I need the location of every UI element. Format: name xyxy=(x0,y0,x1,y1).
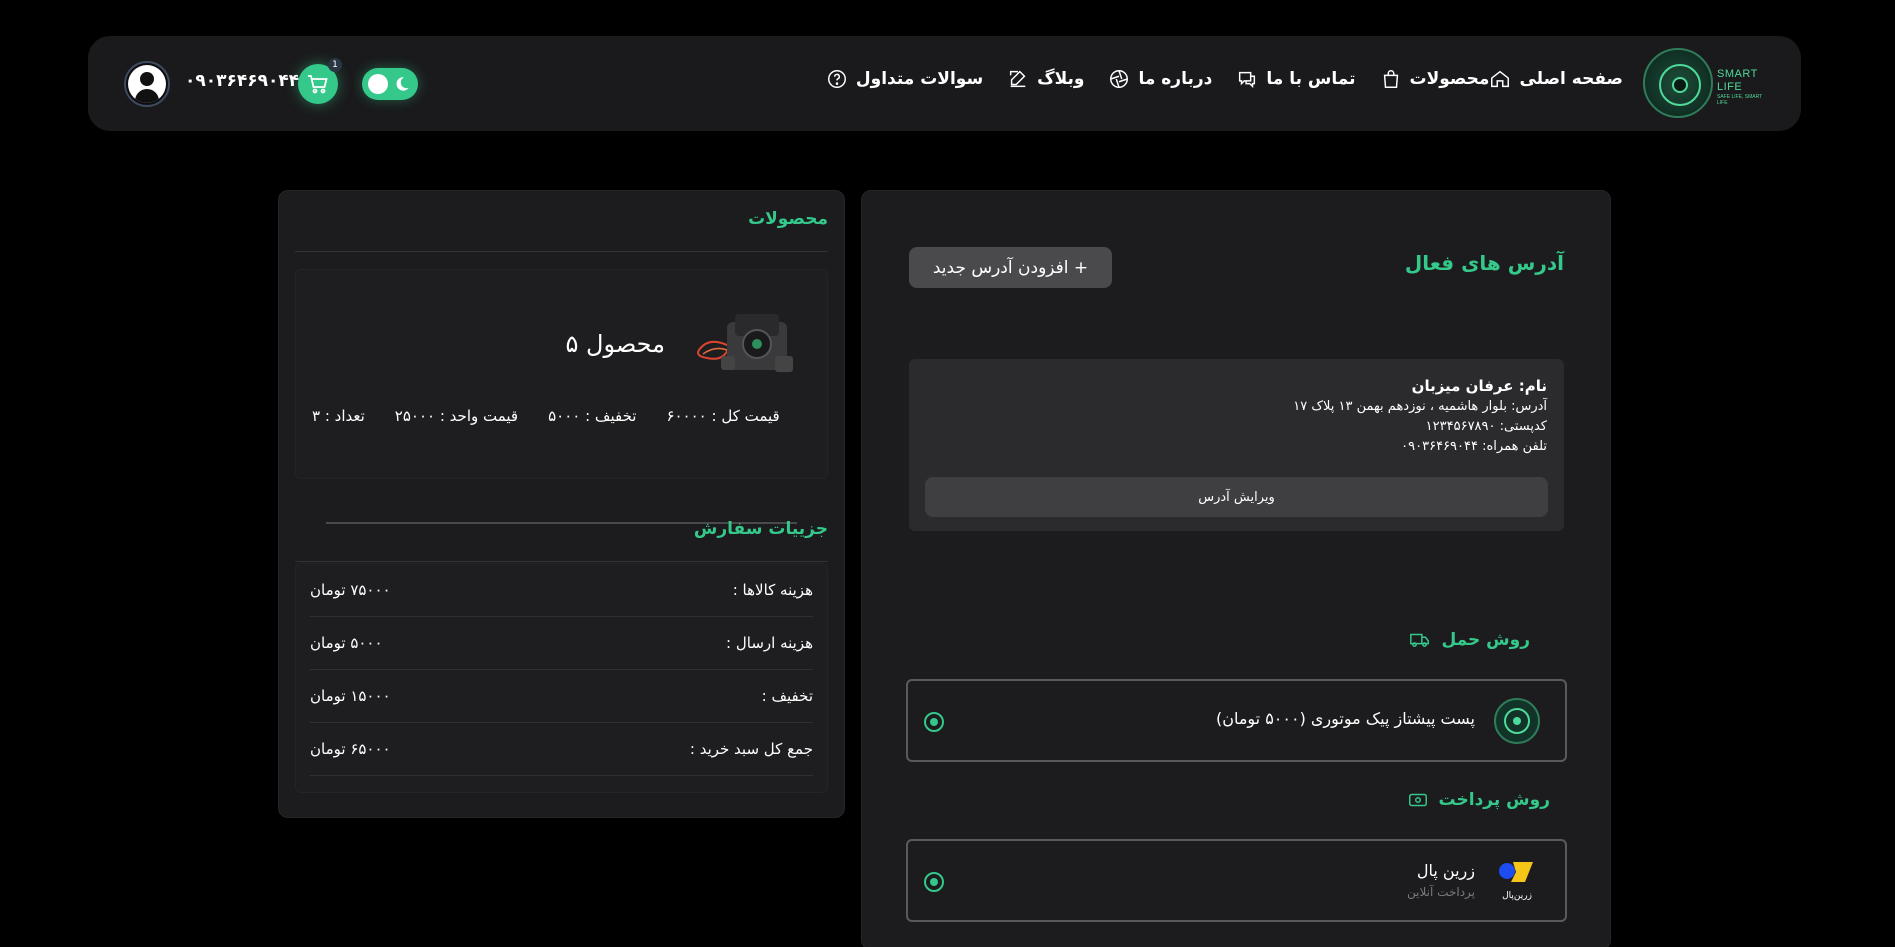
nav-contact-label: تماس با ما xyxy=(1266,69,1356,89)
order-row-items-cost: هزینه کالاها : ۷۵۰۰۰ تومان xyxy=(310,564,813,617)
order-details: هزینه کالاها : ۷۵۰۰۰ تومان هزینه ارسال :… xyxy=(295,563,828,793)
zarinpal-logo-text: زرین‌پال xyxy=(1502,891,1532,901)
moon-icon xyxy=(396,77,409,91)
order-row-label: جمع کل سبد خرید : xyxy=(689,740,813,758)
address-card[interactable]: نام: عرفان میزبان آدرس: بلوار هاشمیه ، ن… xyxy=(909,359,1564,531)
nav-blog-label: وبلاگ xyxy=(1037,69,1085,89)
checkout-panel: آدرس های فعال + افزودن آدرس جدید نام: عر… xyxy=(861,190,1611,947)
eye-logo-icon xyxy=(1643,48,1713,118)
address-postal-code: کدپستی: ۱۲۳۴۵۶۷۸۹۰ xyxy=(1425,419,1547,434)
shipping-title-label: روش حمل xyxy=(1441,630,1530,650)
cart-badge: 1 xyxy=(328,58,342,72)
order-row-label: هزینه ارسال : xyxy=(726,634,813,652)
edit-address-button[interactable]: ویرایش آدرس xyxy=(925,477,1548,517)
nav-faq[interactable]: سوالات متداول xyxy=(826,68,983,90)
divider xyxy=(295,561,828,562)
address-name: نام: عرفان میزبان xyxy=(1411,377,1547,395)
header: SMART LIFE SAFE LIFE, SMART LIFE صفحه اص… xyxy=(88,36,1801,131)
chat-icon xyxy=(1239,71,1256,89)
payment-icon xyxy=(1408,793,1427,807)
payment-title: روش پرداخت xyxy=(1407,789,1551,811)
cart-summary-panel: محصولات محصول ۵ تعداد : ۳ قیمت واحد : ۲۵… xyxy=(278,190,845,818)
add-address-button[interactable]: + افزودن آدرس جدید xyxy=(909,247,1112,288)
logo-line2: LIFE xyxy=(1717,81,1743,93)
shipping-radio[interactable] xyxy=(924,712,944,732)
nav-faq-label: سوالات متداول xyxy=(855,69,984,89)
home-icon xyxy=(1491,70,1510,88)
zarinpal-logo-icon xyxy=(1499,862,1533,882)
order-row-value: ۵۰۰۰ تومان xyxy=(310,634,383,652)
shopping-bag-icon xyxy=(1383,70,1398,88)
cart-icon xyxy=(308,75,328,94)
aperture-icon xyxy=(1110,70,1129,88)
nav-contact[interactable]: تماس با ما xyxy=(1236,68,1356,90)
shipping-option[interactable]: پست پیشتاز پیک موتوری (۵۰۰۰ تومان) xyxy=(906,679,1567,762)
payment-radio[interactable] xyxy=(924,872,944,892)
product-image xyxy=(697,314,793,372)
logo-line1: SMART xyxy=(1717,68,1758,80)
edit-icon xyxy=(1010,70,1026,88)
order-details-title: جزییات سفارش xyxy=(693,519,828,539)
divider xyxy=(295,251,828,252)
nav-products-label: محصولات xyxy=(1409,69,1490,89)
product-discount: تخفیف : ۵۰۰۰ xyxy=(548,407,637,425)
logo-text: SMART LIFE SAFE LIFE, SMART LIFE xyxy=(1717,68,1773,106)
address-mobile: تلفن همراه: ۰۹۰۳۶۴۶۹۰۴۴ xyxy=(1401,439,1547,454)
product-meta: تعداد : ۳ قیمت واحد : ۲۵۰۰۰ تخفیف : ۵۰۰۰… xyxy=(312,407,811,425)
zarinpal-logo: زرین‌پال xyxy=(1493,859,1541,907)
product-total-price: قیمت کل : ۶۰۰۰۰ xyxy=(666,407,780,425)
shipping-option-label: پست پیشتاز پیک موتوری (۵۰۰۰ تومان) xyxy=(1215,709,1475,728)
theme-toggle[interactable] xyxy=(362,68,418,100)
payment-option-label: زرین پال xyxy=(1416,861,1475,880)
main-nav: صفحه اصلی محصولات تماس با ما درباره ما و… xyxy=(802,64,1623,94)
logo[interactable]: SMART LIFE SAFE LIFE, SMART LIFE xyxy=(1643,48,1773,120)
nav-home[interactable]: صفحه اصلی xyxy=(1489,68,1623,90)
order-row-total: جمع کل سبد خرید : ۶۵۰۰۰ تومان xyxy=(310,723,813,776)
logo-tagline: SAFE LIFE, SMART LIFE xyxy=(1717,94,1763,106)
truck-icon xyxy=(1410,633,1430,647)
user-icon xyxy=(128,65,166,103)
order-row-value: ۶۵۰۰۰ تومان xyxy=(310,740,391,758)
shipping-title: روش حمل xyxy=(1409,629,1530,651)
user-phone[interactable]: ۰۹۰۳۶۴۶۹۰۴۴ xyxy=(185,71,299,91)
order-row-discount: تخفیف : ۱۵۰۰۰ تومان xyxy=(310,670,813,723)
product-name[interactable]: محصول ۵ xyxy=(565,330,665,358)
nav-about-label: درباره ما xyxy=(1138,69,1213,89)
nav-products[interactable]: محصولات xyxy=(1380,68,1490,90)
smart-life-logo-icon xyxy=(1494,698,1540,744)
order-row-label: هزینه کالاها : xyxy=(732,581,813,599)
payment-option[interactable]: زرین‌پال زرین پال پرداخت آنلاین xyxy=(906,839,1567,922)
user-avatar-button[interactable] xyxy=(124,61,170,107)
product-quantity: تعداد : ۳ xyxy=(312,407,365,425)
nav-blog[interactable]: وبلاگ xyxy=(1007,68,1084,90)
product-unit-price: قیمت واحد : ۲۵۰۰۰ xyxy=(394,407,519,425)
nav-about[interactable]: درباره ما xyxy=(1108,68,1212,90)
order-row-shipping-cost: هزینه ارسال : ۵۰۰۰ تومان xyxy=(310,617,813,670)
question-icon xyxy=(827,70,846,88)
addresses-title: آدرس های فعال xyxy=(1404,251,1564,275)
product-item: محصول ۵ تعداد : ۳ قیمت واحد : ۲۵۰۰۰ تخفی… xyxy=(295,269,828,524)
order-row-label: تخفیف : xyxy=(761,687,813,705)
order-row-value: ۱۵۰۰۰ تومان xyxy=(310,687,391,705)
payment-option-subtitle: پرداخت آنلاین xyxy=(1407,885,1475,899)
order-row-value: ۷۵۰۰۰ تومان xyxy=(310,581,391,599)
nav-home-label: صفحه اصلی xyxy=(1519,69,1623,89)
toggle-knob xyxy=(368,74,388,94)
address-details: نام: عرفان میزبان آدرس: بلوار هاشمیه ، ن… xyxy=(1293,375,1547,457)
address-line: آدرس: بلوار هاشمیه ، نوزدهم بهمن ۱۳ پلاک… xyxy=(1293,399,1547,414)
payment-title-label: روش پرداخت xyxy=(1438,790,1551,810)
products-title: محصولات xyxy=(748,209,828,229)
